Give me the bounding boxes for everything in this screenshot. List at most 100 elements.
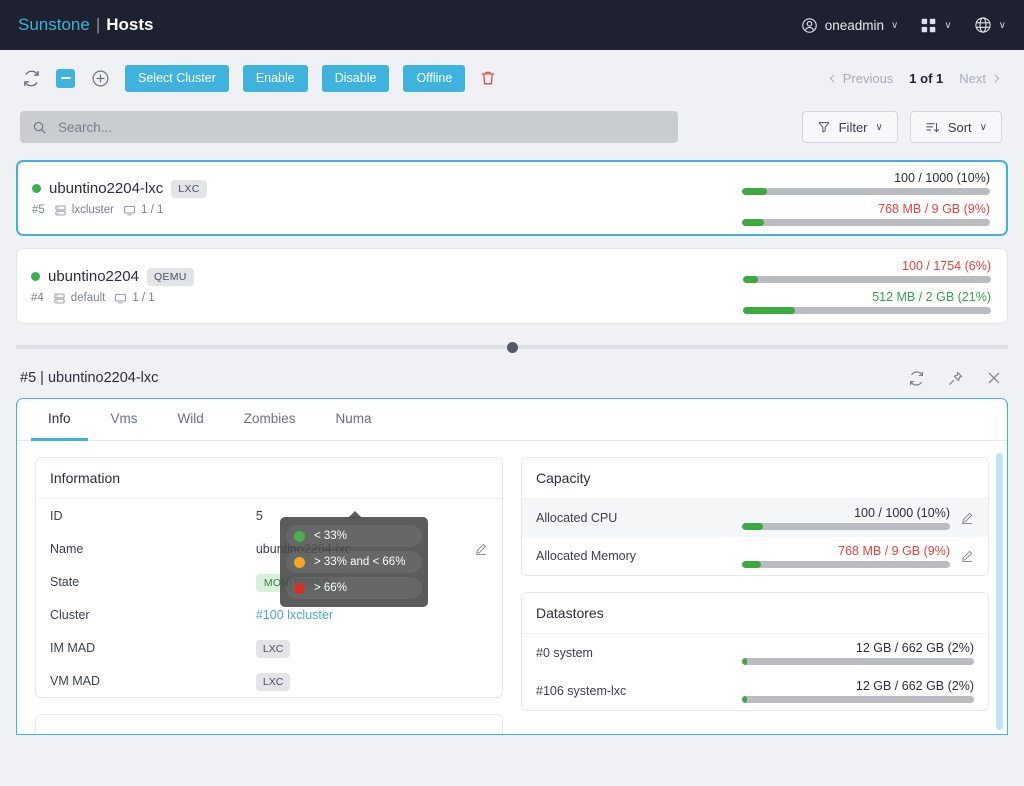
user-avatar-icon: [801, 17, 818, 34]
offline-button[interactable]: Offline: [403, 64, 466, 92]
tab-wild[interactable]: Wild: [161, 399, 221, 441]
edit-memory-pencil-icon[interactable]: [960, 549, 974, 563]
status-dot-icon: [32, 184, 41, 193]
user-name-label: oneadmin: [824, 17, 885, 33]
capacity-gauge-bar: [741, 561, 950, 568]
cluster-name-label: lxcluster: [71, 204, 114, 216]
legend-dot-orange-icon: [294, 556, 305, 568]
info-row-id: ID 5: [36, 499, 502, 532]
host-list: ubuntino2204-lxc LXC #5 lxcluster 1 / 1 …: [0, 148, 1024, 324]
page-title: Hosts: [106, 15, 154, 34]
legend-tooltip-row: > 33% and < 66%: [286, 551, 422, 573]
enable-button[interactable]: Enable: [242, 64, 308, 92]
sort-button[interactable]: Sort ∨: [909, 111, 1002, 143]
cpu-gauge-bar: [743, 275, 991, 283]
host-vms: 1 / 1: [114, 292, 155, 305]
grid-apps-icon: [920, 17, 937, 34]
detail-panel: Info Vms Wild Zombies Numa Information I…: [16, 398, 1008, 735]
cpu-gauge-fill: [742, 187, 767, 195]
disable-button[interactable]: Disable: [321, 64, 390, 92]
host-card[interactable]: ubuntino2204 QEMU #4 default 1 / 1 100 /…: [16, 248, 1008, 324]
detail-header-actions: [908, 370, 1002, 387]
tab-numa[interactable]: Numa: [319, 399, 389, 441]
info-key: Cluster: [50, 607, 90, 622]
info-key: Name: [50, 541, 84, 556]
host-card-gauges: 100 / 1754 (6%) 512 MB / 2 GB (21%): [743, 259, 991, 314]
apps-menu[interactable]: ∨: [920, 17, 952, 34]
brand: Sunstone | Hosts: [18, 15, 154, 35]
info-key: VM MAD: [50, 673, 100, 688]
capacity-gauge-fill: [741, 561, 761, 568]
datastore-gauge: 12 GB / 662 GB (2%): [741, 679, 974, 703]
search-input[interactable]: [56, 118, 666, 136]
next-page-button[interactable]: Next: [959, 71, 1002, 86]
search-box[interactable]: [20, 111, 678, 143]
host-id-label: #5: [32, 204, 45, 216]
filter-button[interactable]: Filter ∨: [801, 111, 898, 143]
tab-vms[interactable]: Vms: [94, 399, 155, 441]
legend-tooltip-row: < 33%: [286, 525, 422, 547]
detail-scrollbar[interactable]: [996, 453, 1003, 730]
memory-gauge-bar: [743, 306, 991, 314]
refresh-icon[interactable]: [20, 67, 42, 89]
host-card[interactable]: ubuntino2204-lxc LXC #5 lxcluster 1 / 1 …: [16, 160, 1008, 236]
host-card-info: ubuntino2204 QEMU #4 default 1 / 1: [31, 267, 194, 305]
chevron-down-icon: ∨: [998, 19, 1006, 31]
capacity-gauge-label: 100 / 1000 (10%): [854, 506, 950, 520]
page-count-label: 1 of 1: [909, 70, 944, 86]
info-key: State: [50, 574, 80, 589]
tab-zombies[interactable]: Zombies: [227, 399, 313, 441]
edit-cpu-pencil-icon[interactable]: [960, 511, 974, 525]
chevron-down-icon: ∨: [891, 19, 899, 31]
memory-gauge-label: 768 MB / 9 GB (9%): [878, 201, 990, 216]
host-name-label: ubuntino2204-lxc: [49, 180, 164, 197]
vm-count-label: 1 / 1: [132, 292, 155, 304]
language-menu[interactable]: ∨: [974, 16, 1006, 34]
pagination: Previous 1 of 1 Next: [827, 71, 1002, 86]
divider-handle[interactable]: [506, 341, 518, 353]
pin-icon[interactable]: [947, 370, 964, 387]
monitor-icon: [123, 204, 136, 217]
cluster-link[interactable]: #100 lxcluster: [256, 608, 488, 622]
capacity-row-memory: Allocated Memory 768 MB / 9 GB (9%): [522, 537, 988, 575]
select-cluster-button[interactable]: Select Cluster: [125, 64, 229, 92]
memory-gauge: 768 MB / 9 GB (9%): [742, 202, 990, 226]
host-vms: 1 / 1: [123, 204, 163, 217]
memory-gauge-fill: [742, 218, 765, 226]
capacity-gauge: 768 MB / 9 GB (9%): [741, 544, 950, 568]
vm-count-label: 1 / 1: [140, 204, 164, 216]
detail-title: #5 | ubuntino2204-lxc: [20, 370, 159, 386]
action-toolbar: Select Cluster Enable Disable Offline Pr…: [0, 50, 1024, 106]
select-all-checkbox[interactable]: [56, 68, 75, 88]
detail-scrollbar-thumb[interactable]: [996, 453, 1003, 730]
filter-label: Filter: [838, 119, 868, 135]
host-type-badge: QEMU: [146, 267, 194, 286]
previous-label: Previous: [842, 70, 894, 86]
information-block: Information ID 5 Name ubuntino2204-lxc: [35, 457, 503, 698]
plus-circle-icon[interactable]: [89, 67, 111, 89]
split-divider[interactable]: [0, 336, 1024, 358]
tab-info[interactable]: Info: [31, 399, 88, 441]
refresh-icon[interactable]: [908, 370, 925, 387]
info-row-state: State MONITORED: [36, 565, 502, 598]
previous-page-button[interactable]: Previous: [827, 70, 894, 86]
close-icon[interactable]: [986, 370, 1002, 387]
cluster-icon: [54, 204, 67, 217]
legend-label: < 33%: [314, 530, 347, 542]
info-key: ID: [50, 508, 63, 523]
info-value-wrap: LXC: [255, 639, 488, 658]
capacity-heading: Capacity: [522, 458, 988, 499]
memory-gauge: 512 MB / 2 GB (21%): [743, 290, 991, 314]
cpu-gauge-label: 100 / 1754 (6%): [902, 258, 991, 273]
im-mad-badge: LXC: [255, 639, 291, 658]
chevron-down-icon: ∨: [979, 121, 987, 133]
edit-name-pencil-icon[interactable]: [474, 542, 488, 556]
datastore-gauge-fill: [741, 696, 747, 703]
legend-label: > 33% and < 66%: [314, 556, 406, 568]
host-card-meta: #4 default 1 / 1: [31, 292, 194, 305]
user-menu[interactable]: oneadmin ∨: [801, 17, 899, 34]
host-card-title-row: ubuntino2204 QEMU: [31, 267, 194, 286]
trash-icon[interactable]: [479, 69, 497, 87]
legend-label: > 66%: [314, 582, 347, 594]
capacity-row-cpu: Allocated CPU 100 / 1000 (10%): [522, 499, 988, 537]
